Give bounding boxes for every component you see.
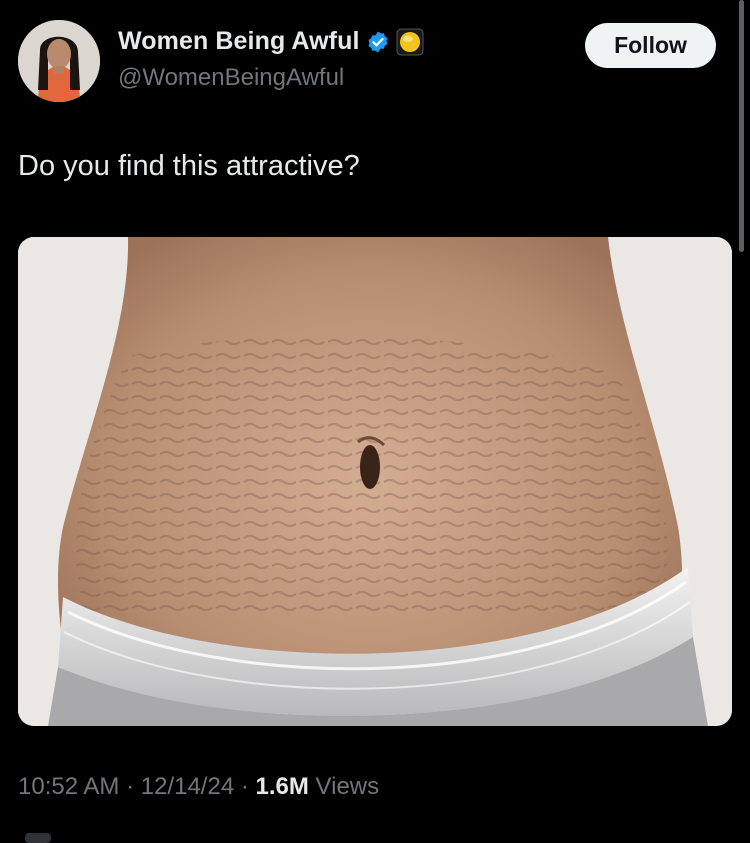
meta-separator-2: · <box>240 773 249 800</box>
views-count: 1.6M <box>255 773 309 800</box>
tweet-time[interactable]: 10:52 AM <box>18 773 119 800</box>
media-image <box>18 237 732 726</box>
name-row: Women Being Awful <box>118 27 424 56</box>
follow-button[interactable]: Follow <box>585 23 716 68</box>
verified-badge-icon <box>368 31 388 52</box>
tweet-media-photo[interactable] <box>18 237 732 726</box>
avatar[interactable] <box>18 20 100 102</box>
tweet-meta: 10:52 AM · 12/14/24 · 1.6M Views <box>18 773 379 801</box>
tweet-date[interactable]: 12/14/24 <box>141 773 234 800</box>
meta-separator: · <box>126 773 135 800</box>
handle[interactable]: @WomenBeingAwful <box>118 64 344 92</box>
next-item-edge <box>25 833 51 843</box>
views-label: Views <box>315 773 380 800</box>
scrollbar[interactable] <box>739 0 744 252</box>
avatar-image <box>18 20 100 102</box>
tweet-text: Do you find this attractive? <box>18 150 360 182</box>
gold-affiliate-badge-icon[interactable] <box>396 28 424 56</box>
display-name[interactable]: Women Being Awful <box>118 27 360 56</box>
